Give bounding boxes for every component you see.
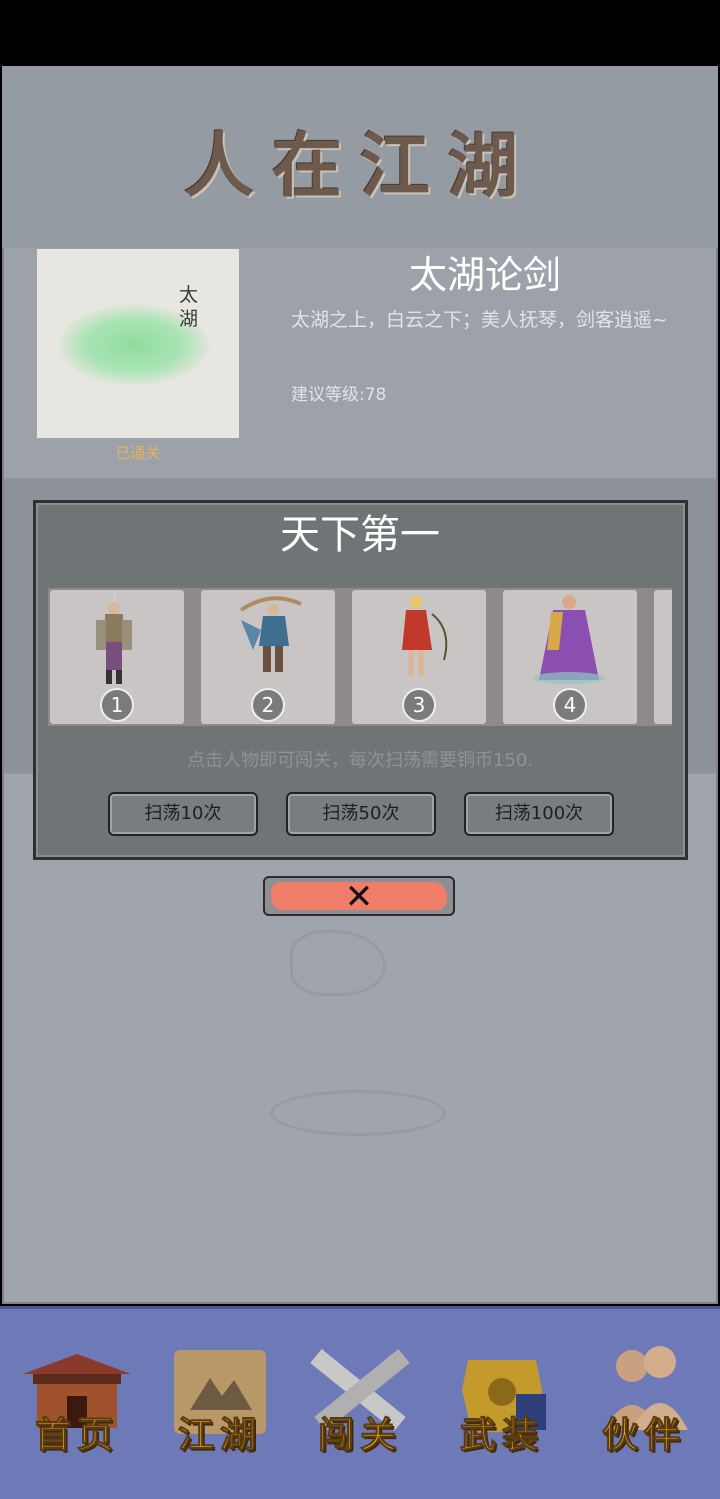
stage-thumbnail[interactable]: 太湖: [37, 249, 239, 438]
nav-jianghu[interactable]: 江湖: [160, 1340, 280, 1460]
nav-label: 伙伴: [601, 1414, 686, 1457]
opponent-card[interactable]: 4: [503, 590, 637, 724]
nav-challenge[interactable]: 闯关: [300, 1340, 420, 1460]
opponent-carousel[interactable]: 1 2 3 4: [48, 588, 672, 726]
sweep-100-button[interactable]: 扫荡100次: [464, 792, 614, 836]
sweep-50-button[interactable]: 扫荡50次: [286, 792, 436, 836]
status-bar: [0, 0, 720, 64]
faded-decoration: [270, 1090, 446, 1136]
page-title: 人在江湖: [184, 124, 536, 207]
stage-level: 建议等级:78: [291, 385, 387, 405]
stage-thumbnail-caption: 太湖: [179, 284, 199, 330]
nav-equipment[interactable]: 武装: [442, 1340, 562, 1460]
nav-label: 首页: [34, 1414, 119, 1457]
opponent-number: 4: [553, 688, 587, 722]
opponent-card[interactable]: 3: [352, 590, 486, 724]
stage-name: 太湖论剑: [408, 253, 561, 297]
opponent-card[interactable]: [654, 590, 672, 724]
dialog-title: 天下第一: [280, 512, 440, 558]
close-button[interactable]: ✕: [263, 876, 455, 916]
opponent-number: 1: [100, 688, 134, 722]
stage-description: 太湖之上，白云之下；美人抚琴，剑客逍遥~: [291, 309, 668, 331]
nav-label: 闯关: [317, 1414, 402, 1457]
nav-home[interactable]: 首页: [17, 1340, 137, 1460]
opponent-number: 2: [251, 688, 285, 722]
opponent-number: 3: [402, 688, 436, 722]
close-icon: ✕: [344, 877, 374, 917]
nav-label: 江湖: [177, 1414, 262, 1457]
nav-label: 武装: [459, 1414, 544, 1457]
opponent-card[interactable]: 1: [50, 590, 184, 724]
stage-status: 已通关: [115, 444, 161, 462]
sweep-hint: 点击人物即可闯关，每次扫荡需要铜币150.: [186, 750, 534, 771]
nav-companions[interactable]: 伙伴: [584, 1340, 704, 1460]
opponent-card[interactable]: 2: [201, 590, 335, 724]
sweep-10-button[interactable]: 扫荡10次: [108, 792, 258, 836]
